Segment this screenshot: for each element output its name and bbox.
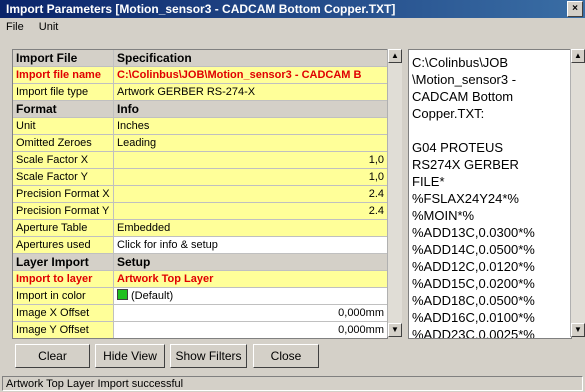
file-preview-pane[interactable]: C:\Colinbus\JOB \Motion_sensor3 - CADCAM…: [408, 49, 572, 339]
row-label: Omitted Zeroes: [13, 135, 114, 151]
menu-unit[interactable]: Unit: [33, 18, 65, 36]
clear-button[interactable]: Clear: [15, 344, 90, 368]
show-filters-button[interactable]: Show Filters: [170, 344, 247, 368]
row-label: Precision Format Y: [13, 203, 114, 219]
file-preview-text: C:\Colinbus\JOB \Motion_sensor3 - CADCAM…: [412, 55, 535, 339]
row-value[interactable]: C:\Colinbus\JOB\Motion_sensor3 - CADCAM …: [114, 67, 387, 83]
row-label: Unit: [13, 118, 114, 134]
row-label: Image X Offset: [13, 305, 114, 321]
parameters-grid[interactable]: Import File Specification Import file na…: [12, 49, 388, 339]
preview-scrollbar[interactable]: ▲ ▼: [570, 49, 585, 337]
row-label: Image Y Offset: [13, 322, 114, 338]
table-row[interactable]: Omitted Zeroes Leading: [13, 135, 387, 152]
table-row[interactable]: Import file name C:\Colinbus\JOB\Motion_s…: [13, 67, 387, 84]
status-bar: Artwork Top Layer Import successful: [2, 376, 583, 391]
window-title: Import Parameters [Motion_sensor3 - CADC…: [6, 2, 396, 16]
row-label: Aperture Table: [13, 220, 114, 236]
row-value-text: (Default): [131, 290, 174, 302]
table-row[interactable]: Aperture Table Embedded: [13, 220, 387, 237]
row-label: Import file name: [13, 67, 114, 83]
row-label: Precision Format X: [13, 186, 114, 202]
hide-view-button[interactable]: Hide View: [95, 344, 165, 368]
table-row[interactable]: Format Info: [13, 101, 387, 118]
header-specification: Specification: [114, 50, 387, 66]
row-label: Import file type: [13, 84, 114, 100]
row-value[interactable]: 0,000mm: [114, 305, 387, 321]
table-row[interactable]: Layer Import Setup: [13, 254, 387, 271]
import-parameters-window: Import Parameters [Motion_sensor3 - CADC…: [0, 0, 585, 392]
table-row[interactable]: Precision Format X 2.4: [13, 186, 387, 203]
row-value[interactable]: 1,0: [114, 152, 387, 168]
grid-scroll-down-icon[interactable]: ▼: [388, 323, 402, 337]
title-bar[interactable]: Import Parameters [Motion_sensor3 - CADC…: [0, 0, 585, 18]
row-value[interactable]: 1,0: [114, 169, 387, 185]
menu-bar: File Unit: [0, 18, 585, 36]
row-value[interactable]: Info: [114, 101, 387, 117]
row-value[interactable]: (Default): [114, 288, 387, 304]
preview-scroll-down-icon[interactable]: ▼: [571, 323, 585, 337]
grid-scrollbar[interactable]: ▲ ▼: [387, 49, 402, 337]
header-import-file: Import File: [13, 50, 114, 66]
row-label: Layer Import: [13, 254, 114, 270]
color-swatch-icon[interactable]: [117, 289, 128, 300]
table-row[interactable]: Image X Offset 0,000mm: [13, 305, 387, 322]
grid-scroll-up-icon[interactable]: ▲: [388, 49, 402, 63]
close-button[interactable]: Close: [253, 344, 319, 368]
row-label: Import in color: [13, 288, 114, 304]
row-label: Import to layer: [13, 271, 114, 287]
row-label: Format: [13, 101, 114, 117]
table-row[interactable]: Scale Factor Y 1,0: [13, 169, 387, 186]
row-value[interactable]: 2.4: [114, 186, 387, 202]
row-value[interactable]: Inches: [114, 118, 387, 134]
row-label: Scale Factor Y: [13, 169, 114, 185]
table-row[interactable]: Import in color (Default): [13, 288, 387, 305]
table-row[interactable]: Scale Factor X 1,0: [13, 152, 387, 169]
row-value[interactable]: Leading: [114, 135, 387, 151]
table-row[interactable]: Image Y Offset 0,000mm: [13, 322, 387, 338]
menu-file[interactable]: File: [0, 18, 30, 36]
row-value[interactable]: Embedded: [114, 220, 387, 236]
table-row[interactable]: Apertures used Click for info & setup: [13, 237, 387, 254]
preview-scroll-up-icon[interactable]: ▲: [571, 49, 585, 63]
table-row[interactable]: Import to layer Artwork Top Layer: [13, 271, 387, 288]
table-row[interactable]: Unit Inches: [13, 118, 387, 135]
row-value[interactable]: Artwork GERBER RS-274-X: [114, 84, 387, 100]
row-label: Scale Factor X: [13, 152, 114, 168]
table-row[interactable]: Import file type Artwork GERBER RS-274-X: [13, 84, 387, 101]
grid-rows: Import file name C:\Colinbus\JOB\Motion_s…: [13, 67, 387, 338]
close-icon[interactable]: ×: [567, 1, 583, 17]
row-value[interactable]: Artwork Top Layer: [114, 271, 387, 287]
row-label: Apertures used: [13, 237, 114, 253]
row-value[interactable]: Setup: [114, 254, 387, 270]
row-value[interactable]: 2.4: [114, 203, 387, 219]
row-value[interactable]: Click for info & setup: [114, 237, 387, 253]
row-value[interactable]: 0,000mm: [114, 322, 387, 338]
table-row[interactable]: Precision Format Y 2.4: [13, 203, 387, 220]
grid-header: Import File Specification: [13, 50, 387, 67]
